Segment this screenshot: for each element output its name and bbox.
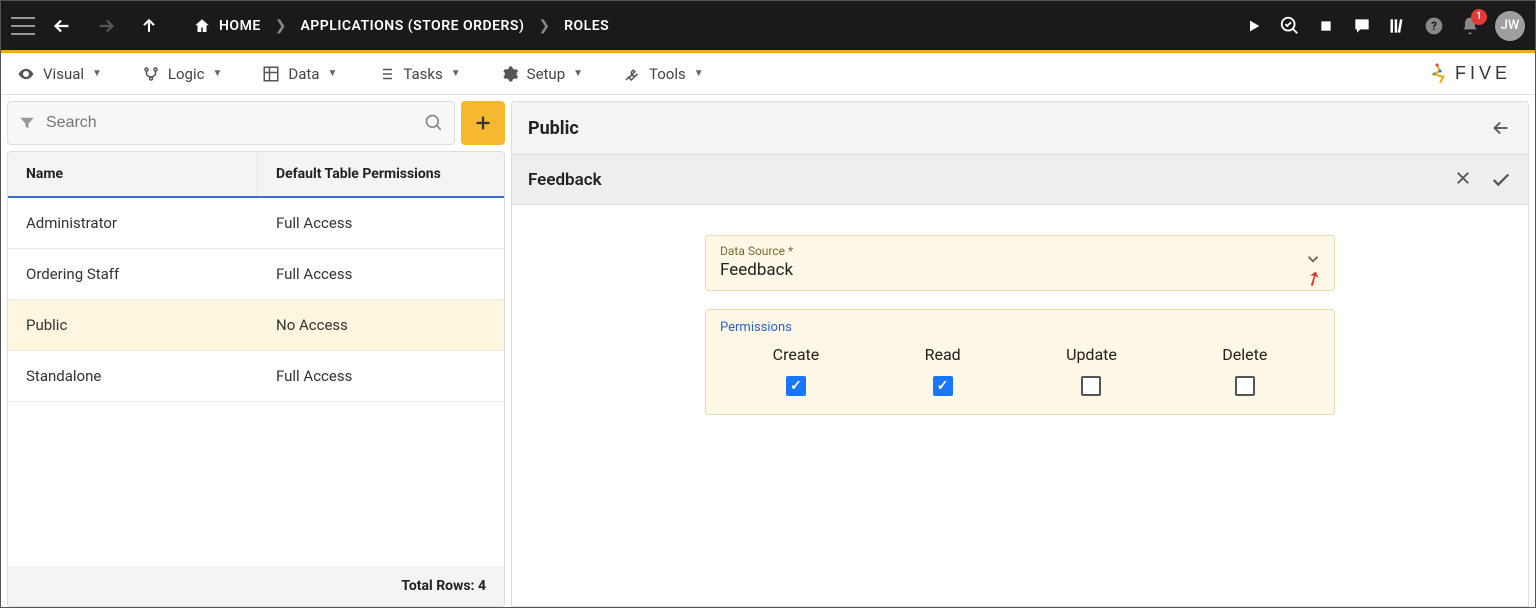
wrench-icon <box>623 65 641 83</box>
detail-header: Public <box>511 101 1529 155</box>
permissions-box: Permissions Create Read Update Delete <box>705 309 1335 415</box>
nav-forward-icon <box>89 15 123 37</box>
eye-icon <box>17 65 35 83</box>
cell-name: Standalone <box>8 351 258 401</box>
permissions-label: Permissions <box>720 320 1320 335</box>
column-header-permissions[interactable]: Default Table Permissions <box>258 152 504 196</box>
chat-icon[interactable] <box>1351 15 1373 37</box>
menubar: Visual▼ Logic▼ Data▼ Tasks▼ Setup▼ Tools… <box>1 53 1535 95</box>
data-source-field[interactable]: Data Source * Feedback ➚ <box>705 235 1335 291</box>
cell-permissions: Full Access <box>258 351 504 401</box>
roles-table: Name Default Table Permissions Administr… <box>7 151 505 607</box>
permission-checkbox[interactable] <box>786 376 806 396</box>
permission-label: Create <box>773 345 820 364</box>
topbar: HOME ❯ APPLICATIONS (STORE ORDERS) ❯ ROL… <box>1 1 1535 53</box>
close-icon[interactable] <box>1454 169 1472 191</box>
permission-label: Read <box>925 345 961 364</box>
chevron-right-icon: ❯ <box>534 18 554 34</box>
stop-icon[interactable] <box>1315 15 1337 37</box>
right-pane: Public Feedback Data Source * Feedback ➚ <box>511 95 1535 607</box>
confirm-icon[interactable] <box>1490 169 1512 191</box>
permission-create: Create <box>773 345 820 396</box>
table-row[interactable]: StandaloneFull Access <box>8 351 504 402</box>
hamburger-menu[interactable] <box>11 17 35 35</box>
cell-permissions: Full Access <box>258 249 504 299</box>
breadcrumb-label: HOME <box>219 18 261 34</box>
field-label: Data Source * <box>720 244 1320 258</box>
five-logo-icon <box>1425 62 1449 86</box>
detail-subtitle: Feedback <box>528 170 602 190</box>
breadcrumb-home[interactable]: HOME <box>193 17 261 35</box>
cell-permissions: Full Access <box>258 198 504 248</box>
table-footer: Total Rows: 4 <box>8 566 504 606</box>
list-icon <box>377 65 395 83</box>
brand-logo: FIVE <box>1425 62 1519 86</box>
home-icon <box>193 17 211 35</box>
permission-label: Update <box>1066 345 1117 364</box>
cell-name: Public <box>8 300 258 350</box>
breadcrumb-label: ROLES <box>564 18 609 34</box>
detail-subheader: Feedback <box>511 155 1529 205</box>
breadcrumb-label: APPLICATIONS (STORE ORDERS) <box>300 18 524 34</box>
permission-label: Delete <box>1222 345 1267 364</box>
permission-checkbox[interactable] <box>933 376 953 396</box>
cell-permissions: No Access <box>258 300 504 350</box>
cell-name: Ordering Staff <box>8 249 258 299</box>
library-icon[interactable] <box>1387 15 1409 37</box>
menu-tools[interactable]: Tools▼ <box>623 65 704 83</box>
permission-read: Read <box>925 345 961 396</box>
grid-icon <box>262 65 280 83</box>
permission-checkbox[interactable] <box>1081 376 1101 396</box>
nav-back-icon[interactable] <box>45 15 79 37</box>
add-button[interactable] <box>461 101 505 145</box>
search-input[interactable] <box>36 114 424 132</box>
menu-setup[interactable]: Setup▼ <box>501 65 583 83</box>
menu-tasks[interactable]: Tasks▼ <box>377 65 460 83</box>
branch-icon <box>142 65 160 83</box>
help-icon[interactable]: ? <box>1423 15 1445 37</box>
permission-delete: Delete <box>1222 345 1267 396</box>
play-icon[interactable] <box>1243 15 1265 37</box>
field-value: Feedback <box>720 260 1320 280</box>
cell-name: Administrator <box>8 198 258 248</box>
menu-visual[interactable]: Visual▼ <box>17 65 102 83</box>
detail-title: Public <box>528 118 579 139</box>
search-zoom-icon[interactable] <box>1279 15 1301 37</box>
permission-update: Update <box>1066 345 1117 396</box>
search-box <box>7 101 455 145</box>
notifications-icon[interactable]: 1 <box>1459 15 1481 37</box>
nav-up-icon[interactable] <box>133 16 165 36</box>
search-icon[interactable] <box>424 113 444 133</box>
chevron-right-icon: ❯ <box>271 18 291 34</box>
table-row[interactable]: PublicNo Access <box>8 300 504 351</box>
breadcrumb-applications[interactable]: APPLICATIONS (STORE ORDERS) <box>300 18 524 34</box>
plus-icon <box>472 112 494 134</box>
notification-badge: 1 <box>1471 9 1487 25</box>
column-header-name[interactable]: Name <box>8 152 258 196</box>
back-icon[interactable] <box>1490 117 1512 139</box>
breadcrumb-roles[interactable]: ROLES <box>564 18 609 34</box>
table-row[interactable]: Ordering StaffFull Access <box>8 249 504 300</box>
avatar[interactable]: JW <box>1495 11 1525 41</box>
gear-icon <box>501 65 519 83</box>
permission-checkbox[interactable] <box>1235 376 1255 396</box>
left-pane: Name Default Table Permissions Administr… <box>1 95 511 607</box>
menu-logic[interactable]: Logic▼ <box>142 65 222 83</box>
svg-text:?: ? <box>1431 19 1437 33</box>
chevron-down-icon[interactable] <box>1304 250 1322 268</box>
menu-data[interactable]: Data▼ <box>262 65 337 83</box>
filter-icon[interactable] <box>18 114 36 132</box>
table-row[interactable]: AdministratorFull Access <box>8 198 504 249</box>
